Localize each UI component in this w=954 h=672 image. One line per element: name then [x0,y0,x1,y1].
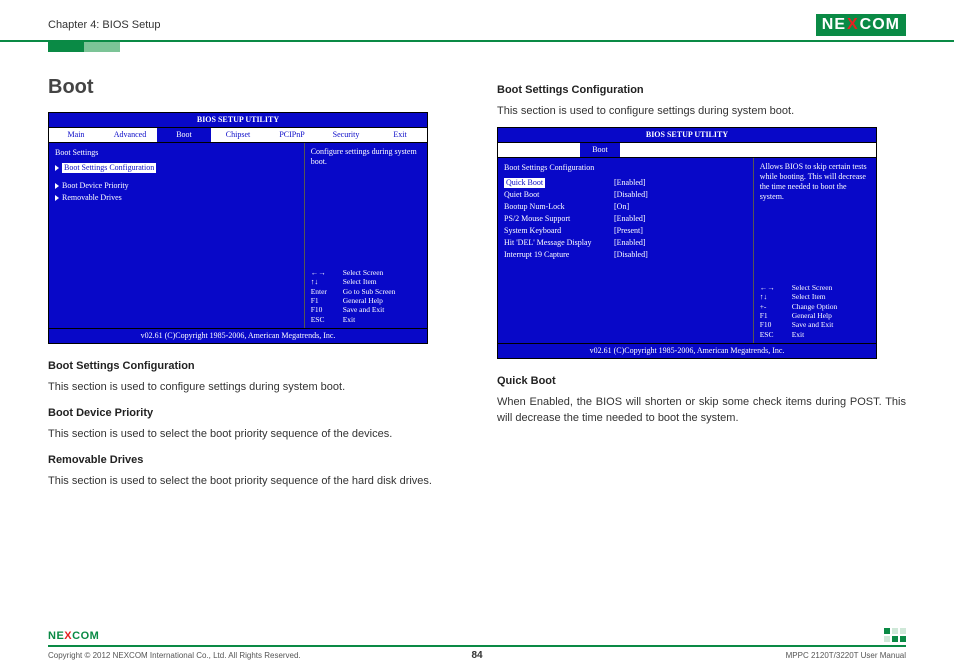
bios-tab-pcipnp: PCIPnP [265,128,319,142]
bios-tab-exit: Exit [373,128,427,142]
bios-copyright-footer: v02.61 (C)Copyright 1985-2006, American … [49,328,427,343]
page-content: Boot BIOS SETUP UTILITY MainAdvancedBoot… [0,42,954,495]
bios-setting-row: Quiet Boot[Disabled] [504,189,747,201]
bios-right-panel: Configure settings during system boot. ←… [305,143,427,328]
bios-tab-bar: Boot [498,143,876,158]
subhead-boot-settings-config: Boot Settings Configuration [497,82,906,99]
bios-nav-keys: ←→Select Screen↑↓Select ItemEnterGo to S… [311,268,421,324]
logo-x-icon: X [64,630,72,642]
footer-copyright: Copyright © 2012 NEXCOM International Co… [48,651,301,660]
left-column: Boot BIOS SETUP UTILITY MainAdvancedBoot… [48,72,457,495]
page-number: 84 [471,650,482,661]
bios-setting-row: Interrupt 19 Capture[Disabled] [504,249,747,261]
body-text: This section is used to configure settin… [497,103,906,120]
bios-tab-chipset: Chipset [211,128,265,142]
body-text: This section is used to select the boot … [48,426,457,443]
bios-left-panel: Boot Settings Boot Settings Configuratio… [49,143,305,328]
bios-nav-keys: ←→Select Screen↑↓Select Item+-Change Opt… [760,283,870,339]
bios-tab-boot: Boot [580,143,620,157]
footer-logo: NEXCOM [48,630,99,642]
bios-panel-heading: Boot Settings [55,147,298,159]
subhead: Boot Settings Configuration [48,358,457,375]
body-text: This section is used to select the boot … [48,473,457,490]
page-header: Chapter 4: BIOS Setup NEXCOM [0,0,954,42]
bios-menu-item: Boot Device Priority [55,180,298,192]
page-footer: Copyright © 2012 NEXCOM International Co… [48,645,906,660]
triangle-right-icon [55,195,59,201]
bios-right-panel: Allows BIOS to skip certain tests while … [754,158,876,343]
bios-title: BIOS SETUP UTILITY [498,128,876,143]
nexcom-logo: NEXCOM [816,14,906,36]
footer-manual-name: MPPC 2120T/3220T User Manual [786,651,906,660]
header-accent-bar [48,42,84,52]
bios-help-text: Allows BIOS to skip certain tests while … [760,162,870,202]
bios-tab-bar: MainAdvancedBootChipsetPCIPnPSecurityExi… [49,128,427,143]
chapter-title: Chapter 4: BIOS Setup [48,19,161,31]
bios-setting-row: Hit 'DEL' Message Display[Enabled] [504,237,747,249]
bios-tab-boot: Boot [157,128,211,142]
logo-x-icon: X [847,16,859,34]
right-column: Boot Settings Configuration This section… [497,72,906,495]
subhead: Removable Drives [48,452,457,469]
bios-menu-item: Removable Drives [55,192,298,204]
bios-copyright-footer: v02.61 (C)Copyright 1985-2006, American … [498,343,876,358]
bios-tab-main: Main [49,128,103,142]
triangle-right-icon [55,183,59,189]
bios-left-panel: Boot Settings Configuration Quick Boot[E… [498,158,754,343]
subhead-quick-boot: Quick Boot [497,373,906,390]
bios-panel-heading: Boot Settings Configuration [504,162,747,174]
bios-tab-advanced: Advanced [103,128,157,142]
bios-menu-item: Boot Settings Configuration [55,162,298,174]
bios-tab-security: Security [319,128,373,142]
bios-setting-row: PS/2 Mouse Support[Enabled] [504,213,747,225]
triangle-right-icon [55,165,59,171]
subhead: Boot Device Priority [48,405,457,422]
bios-screenshot-boot-menu: BIOS SETUP UTILITY MainAdvancedBootChips… [48,112,428,344]
bios-screenshot-boot-settings: BIOS SETUP UTILITY Boot Boot Settings Co… [497,127,877,359]
bios-setting-row: Quick Boot[Enabled] [504,177,747,189]
body-text: When Enabled, the BIOS will shorten or s… [497,394,906,427]
bios-setting-row: System Keyboard[Present] [504,225,747,237]
body-text: This section is used to configure settin… [48,379,457,396]
section-heading-boot: Boot [48,72,457,102]
footer-squares-icon [884,628,906,642]
bios-help-text: Configure settings during system boot. [311,147,421,167]
bios-title: BIOS SETUP UTILITY [49,113,427,128]
bios-setting-row: Bootup Num-Lock[On] [504,201,747,213]
